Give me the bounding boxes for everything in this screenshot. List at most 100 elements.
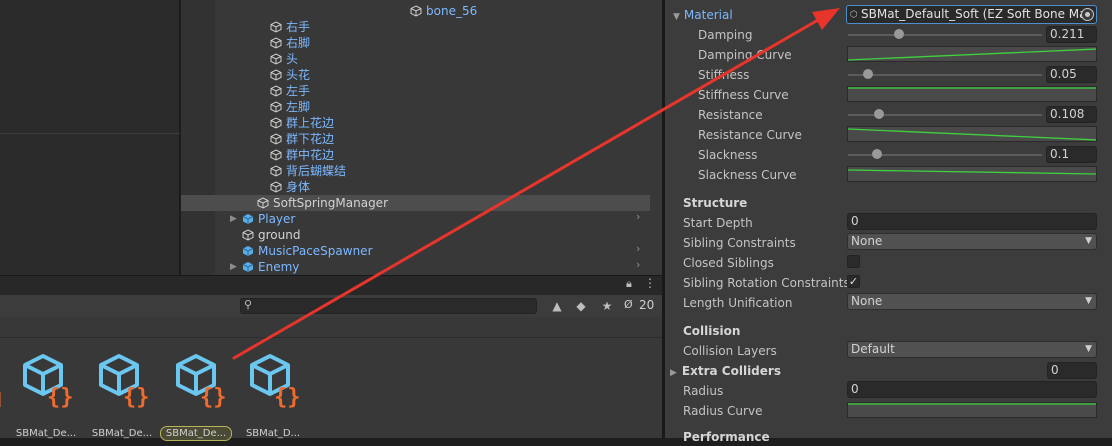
gameobject-icon xyxy=(270,101,282,113)
extra-colliders-count-field[interactable]: 0 xyxy=(1047,362,1097,379)
hierarchy-item-right-foot[interactable]: 右脚 xyxy=(270,35,310,51)
closed-siblings-checkbox[interactable] xyxy=(847,255,860,268)
material-object-field[interactable]: ⬡ SBMat_Default_Soft (EZ Soft Bone Mat xyxy=(846,5,1097,24)
resistance-label: Resistance xyxy=(698,108,763,122)
hierarchy-item-label: 背后蝴蝶结 xyxy=(286,164,347,178)
collision-layers-label: Collision Layers xyxy=(683,344,777,358)
chevron-right-icon[interactable]: › xyxy=(636,210,640,223)
damping-curve-label: Damping Curve xyxy=(698,48,792,62)
asset-item-selected[interactable]: {} SBMat_De... xyxy=(160,352,234,441)
hierarchy-item-label: 群下花边 xyxy=(286,132,335,146)
length-unification-dropdown[interactable]: None ▼ xyxy=(847,293,1097,310)
dropdown-value: Default xyxy=(851,342,895,356)
hierarchy-item-skirt-bottom-lace[interactable]: 群下花边 xyxy=(270,131,334,147)
hierarchy-item-body[interactable]: 身体 xyxy=(270,179,310,195)
hierarchy-item-right-hand[interactable]: 右手 xyxy=(270,19,310,35)
hierarchy-item-left-hand[interactable]: 左手 xyxy=(270,83,310,99)
hierarchy-item-label: Enemy xyxy=(258,260,300,274)
stiffness-slider-track[interactable] xyxy=(848,74,1042,76)
material-value: SBMat_Default_Soft (EZ Soft Bone Mat xyxy=(861,7,1092,21)
hierarchy-item-left-foot[interactable]: 左脚 xyxy=(270,99,310,115)
gameobject-icon xyxy=(410,5,422,17)
project-search-input[interactable]: ⚲ xyxy=(240,298,537,314)
asset-item[interactable]: {} SBMat_De... xyxy=(87,352,157,439)
hierarchy-item-skirt-top-lace[interactable]: 群上花边 xyxy=(270,115,334,131)
resistance-value-field[interactable]: 0.108 xyxy=(1046,106,1097,123)
prefab-icon xyxy=(242,214,254,224)
svg-text:{}: {} xyxy=(200,385,227,408)
hidden-packages-count: 20 xyxy=(639,298,655,312)
hierarchy-item-label: 左脚 xyxy=(286,100,311,114)
stiffness-value-field[interactable]: 0.05 xyxy=(1046,66,1097,83)
hierarchy-item-ground[interactable]: ground xyxy=(242,227,300,243)
damping-slider-knob[interactable] xyxy=(893,29,904,39)
slackness-curve-field[interactable] xyxy=(847,166,1097,182)
expand-arrow-icon[interactable]: ▶ xyxy=(230,211,240,227)
sibling-constraints-dropdown[interactable]: None ▼ xyxy=(847,233,1097,250)
gameobject-icon xyxy=(270,133,282,145)
hierarchy-item-player[interactable]: Player xyxy=(242,211,295,227)
foldout-collapsed-icon: ▶ xyxy=(670,368,677,378)
gameobject-icon xyxy=(270,69,282,81)
start-depth-field[interactable]: 0 xyxy=(847,213,1097,230)
radius-curve-field[interactable] xyxy=(847,402,1097,418)
resistance-curve-field[interactable] xyxy=(847,126,1097,142)
sibling-rotation-constraints-checkbox[interactable]: ✓ xyxy=(847,275,860,288)
damping-value-field[interactable]: 0.211 xyxy=(1046,26,1097,43)
project-asset-grid: {} SBMat_De... {} SBMat_De... {} SBMat_D… xyxy=(0,338,662,441)
asset-name: SBMat_De... xyxy=(15,428,77,439)
stiffness-curve-field[interactable] xyxy=(847,86,1097,102)
extra-colliders-foldout[interactable]: ▶ Extra Colliders xyxy=(670,362,781,380)
prefab-icon xyxy=(242,262,254,272)
dropdown-value: None xyxy=(851,234,883,248)
expand-arrow-icon[interactable]: ▶ xyxy=(230,259,240,275)
damping-slider-track[interactable] xyxy=(848,34,1042,36)
performance-header: Performance xyxy=(683,430,770,444)
partial-asset-icon xyxy=(0,392,1,407)
gameobject-icon xyxy=(270,85,282,97)
damping-label: Damping xyxy=(698,28,753,42)
asset-item[interactable]: {} SBMat_De... xyxy=(11,352,81,439)
stiffness-curve-line xyxy=(848,87,1096,89)
hierarchy-item-head[interactable]: 头 xyxy=(270,51,298,67)
scene-view[interactable] xyxy=(0,0,180,275)
filter-by-type-icon[interactable]: ▲ xyxy=(546,297,568,315)
gameobject-icon xyxy=(270,53,282,65)
hierarchy-item-skirt-middle-lace[interactable]: 群中花边 xyxy=(270,147,334,163)
more-options-icon[interactable]: ⋮ xyxy=(644,276,656,290)
hidden-eye-icon[interactable]: Ø xyxy=(624,298,633,311)
filter-by-label-icon[interactable]: ◆ xyxy=(570,297,592,315)
gameobject-icon xyxy=(270,21,282,33)
radius-field[interactable]: 0 xyxy=(847,381,1097,398)
favorites-star-icon[interactable]: ★ xyxy=(596,297,618,315)
material-foldout[interactable]: ▼ Material xyxy=(673,6,733,24)
gameobject-icon xyxy=(270,149,282,161)
resistance-slider-knob[interactable] xyxy=(873,109,884,119)
asset-item[interactable]: {} SBMat_D... xyxy=(238,352,308,439)
gameobject-icon xyxy=(270,37,282,49)
collision-layers-dropdown[interactable]: Default ▼ xyxy=(847,341,1097,358)
object-picker-icon[interactable] xyxy=(1081,8,1094,21)
slackness-value-field[interactable]: 0.1 xyxy=(1046,146,1097,163)
hierarchy-item-bone-56[interactable]: bone_56 xyxy=(410,3,477,19)
damping-curve-field[interactable] xyxy=(847,46,1097,62)
hierarchy-item-enemy[interactable]: Enemy xyxy=(242,259,299,275)
gameobject-icon xyxy=(270,181,282,193)
hierarchy-item-head-flower[interactable]: 头花 xyxy=(270,67,310,83)
lock-icon[interactable]: 🔒︎ xyxy=(626,277,632,291)
stiffness-slider-knob[interactable] xyxy=(862,69,873,79)
slackness-slider-knob[interactable] xyxy=(872,149,883,159)
sibling-rotation-constraints-label: Sibling Rotation Constraints xyxy=(683,276,850,290)
hierarchy-item-back-bow[interactable]: 背后蝴蝶结 xyxy=(270,163,346,179)
dropdown-value: None xyxy=(851,294,883,308)
stiffness-label: Stiffness xyxy=(698,68,750,82)
hierarchy-item-softspringmanager[interactable]: SoftSpringManager xyxy=(181,195,650,211)
gameobject-icon xyxy=(242,229,254,241)
chevron-right-icon[interactable]: › xyxy=(636,242,640,255)
gameobject-icon xyxy=(270,117,282,129)
start-depth-label: Start Depth xyxy=(683,216,753,230)
structure-header: Structure xyxy=(683,196,748,210)
foldout-expanded-icon: ▼ xyxy=(673,12,680,22)
hierarchy-item-musicpacespawner[interactable]: MusicPaceSpawner xyxy=(242,243,373,259)
chevron-right-icon[interactable]: › xyxy=(636,258,640,271)
